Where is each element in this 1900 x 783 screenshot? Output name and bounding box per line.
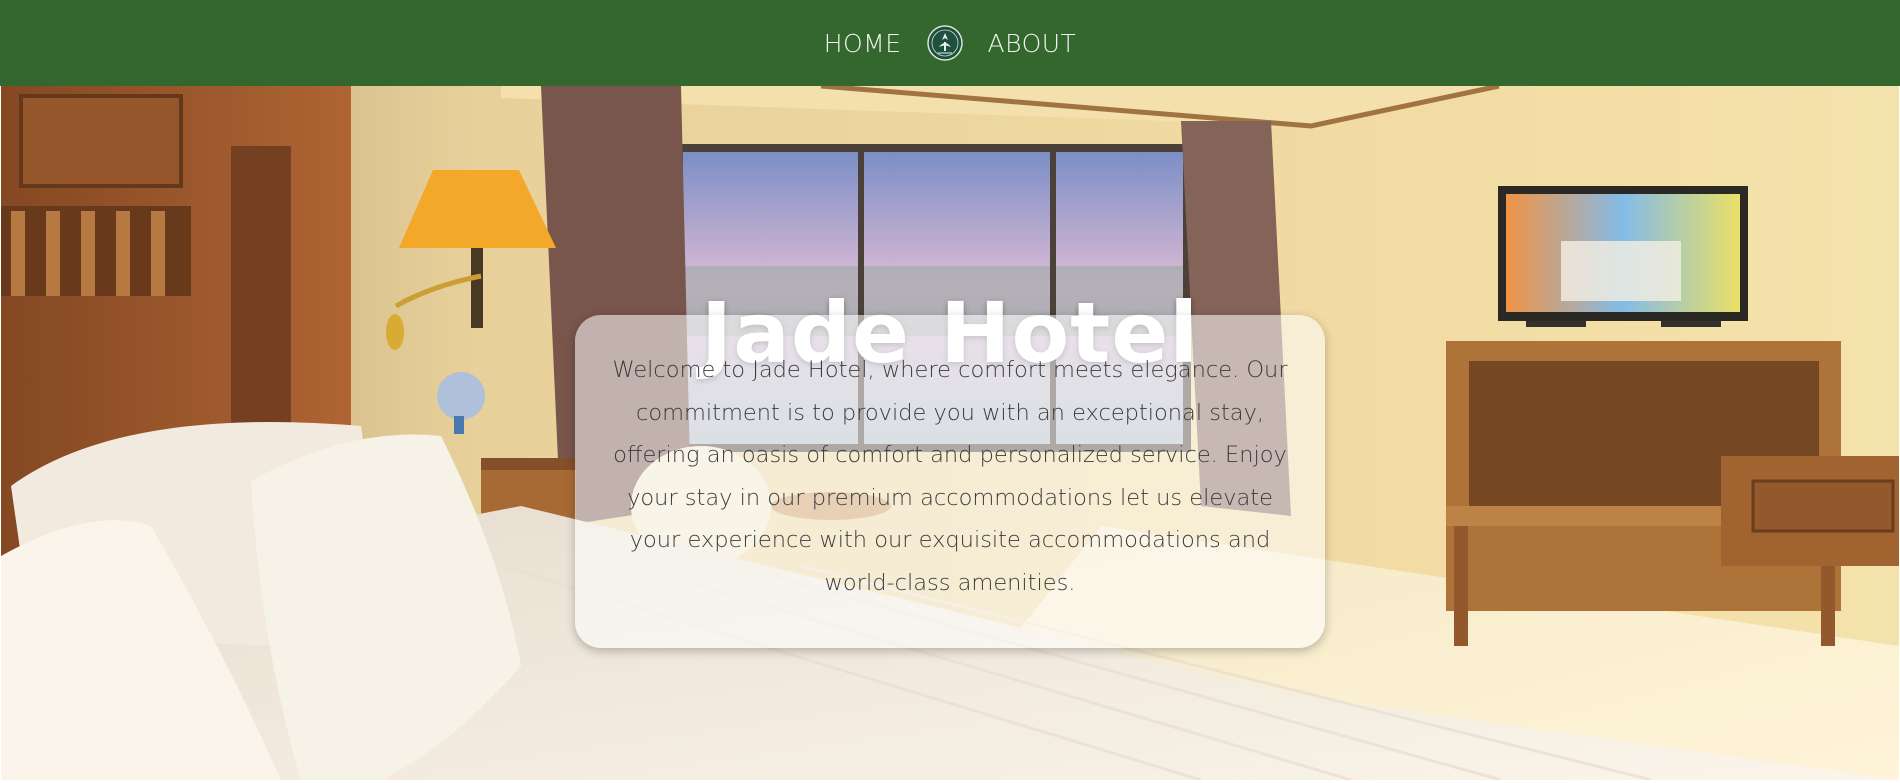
hero-section: Jade Hotel Welcome to Jade Hotel, where … [1,86,1899,780]
nav-about-link[interactable]: ABOUT [988,29,1077,58]
top-navbar: HOME ABOUT [0,0,1900,86]
welcome-card: Welcome to Jade Hotel, where comfort mee… [575,315,1325,648]
hotel-crest-logo-icon[interactable] [926,24,964,62]
welcome-description: Welcome to Jade Hotel, where comfort mee… [612,357,1288,596]
nav-home-link[interactable]: HOME [824,29,902,58]
